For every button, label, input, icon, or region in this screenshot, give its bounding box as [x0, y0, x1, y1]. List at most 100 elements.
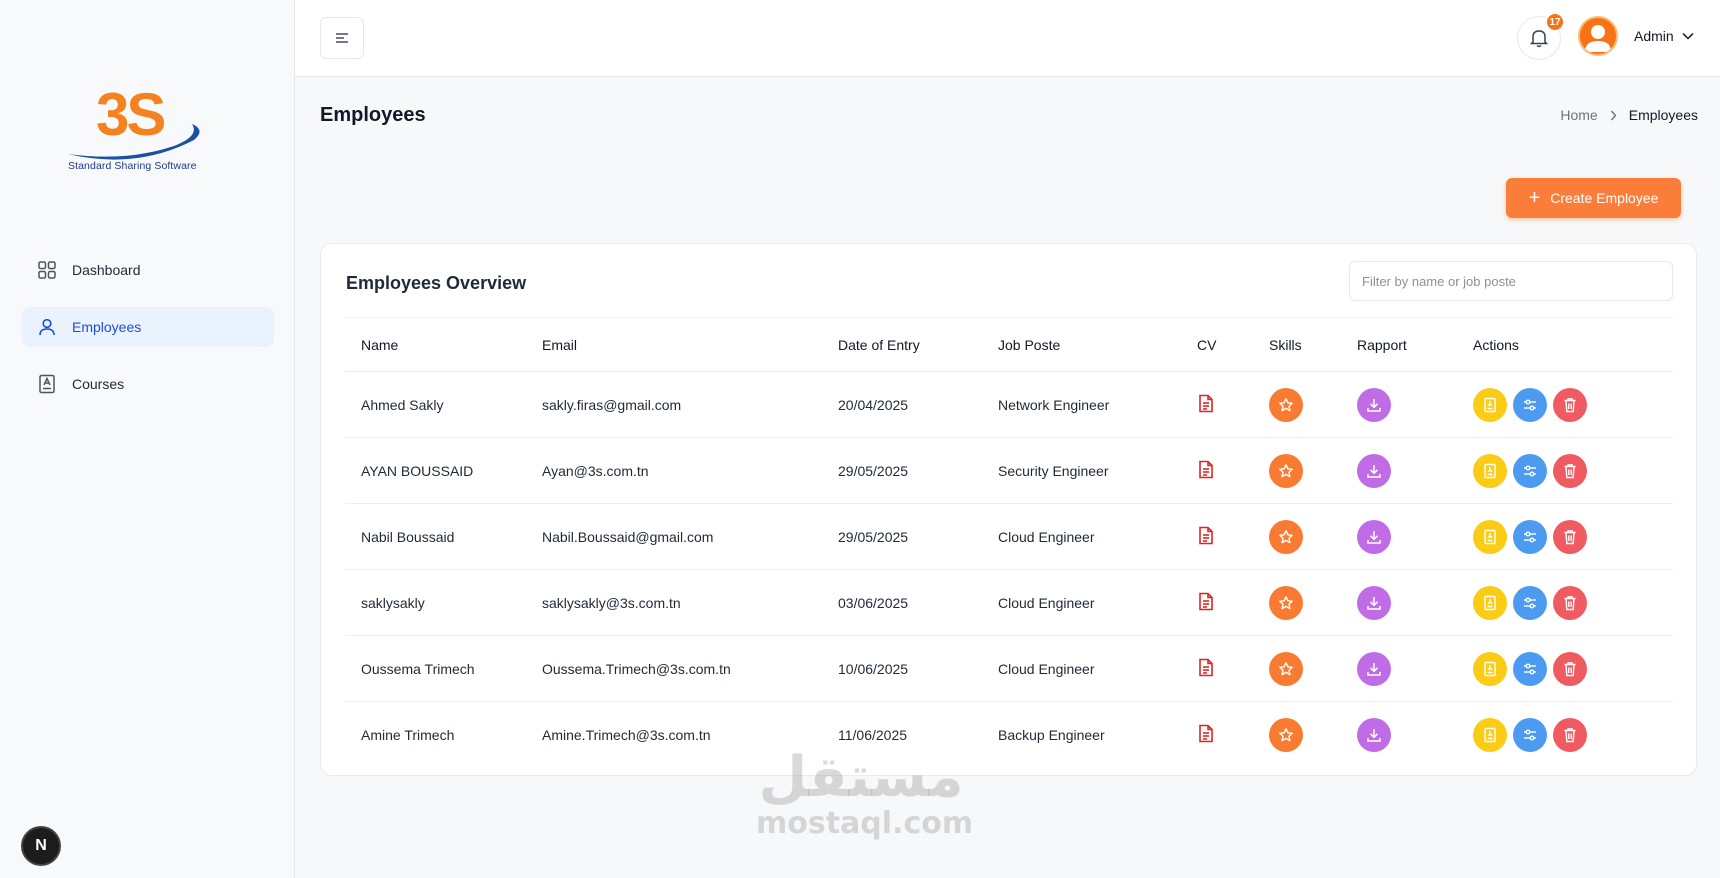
skills-cell [1269, 371, 1357, 438]
cv-file-icon[interactable] [1198, 724, 1214, 743]
employee-date: 29/05/2025 [838, 437, 998, 504]
document-icon [1483, 463, 1497, 479]
create-employee-button[interactable]: + Create Employee [1506, 178, 1681, 218]
assign-button[interactable] [1513, 453, 1547, 488]
employees-card: Employees Overview Name Email Date of En… [320, 243, 1697, 776]
edit-button[interactable] [1473, 387, 1507, 422]
employee-job: Security Engineer [998, 437, 1197, 504]
sidebar-item-label: Employees [72, 319, 142, 335]
cv-file-icon[interactable] [1198, 460, 1214, 479]
document-icon [1483, 397, 1497, 413]
trash-icon [1563, 397, 1577, 413]
delete-button[interactable] [1553, 651, 1587, 686]
download-icon [1366, 661, 1382, 677]
edit-button[interactable] [1473, 651, 1507, 686]
breadcrumb-home[interactable]: Home [1560, 107, 1597, 123]
skills-star-button[interactable] [1269, 519, 1303, 554]
sliders-icon [1522, 728, 1538, 742]
cv-cell [1197, 503, 1269, 570]
chevron-right-icon [1610, 110, 1617, 121]
skills-star-button[interactable] [1269, 651, 1303, 686]
rapport-download-button[interactable] [1357, 717, 1391, 752]
user-menu[interactable]: Admin [1634, 28, 1694, 44]
actions-cell [1473, 371, 1673, 438]
sidebar-item-employees[interactable]: Employees [22, 307, 274, 347]
employee-date: 10/06/2025 [838, 635, 998, 702]
delete-button[interactable] [1553, 387, 1587, 422]
star-icon [1278, 397, 1294, 413]
skills-cell [1269, 503, 1357, 570]
cv-file-icon[interactable] [1198, 526, 1214, 545]
employee-date: 29/05/2025 [838, 503, 998, 570]
employee-date: 03/06/2025 [838, 569, 998, 636]
employee-name: Nabil Boussaid [345, 503, 542, 570]
assign-button[interactable] [1513, 717, 1547, 752]
skills-star-button[interactable] [1269, 387, 1303, 422]
delete-button[interactable] [1553, 585, 1587, 620]
rapport-download-button[interactable] [1357, 519, 1391, 554]
card-title: Employees Overview [346, 273, 527, 293]
skills-cell [1269, 702, 1357, 768]
sidebar-item-courses[interactable]: Courses [22, 364, 274, 404]
employee-email: Nabil.Boussaid@gmail.com [542, 503, 838, 570]
download-icon [1366, 727, 1382, 743]
edit-button[interactable] [1473, 519, 1507, 554]
rapport-cell [1357, 437, 1473, 504]
delete-button[interactable] [1553, 453, 1587, 488]
sidebar-item-label: Courses [72, 376, 125, 392]
trash-icon [1563, 661, 1577, 677]
employee-name: Amine Trimech [361, 726, 455, 743]
trash-icon [1563, 727, 1577, 743]
rapport-download-button[interactable] [1357, 387, 1391, 422]
header-job: Job Poste [998, 317, 1197, 372]
cv-file-icon[interactable] [1198, 658, 1214, 677]
assign-button[interactable] [1513, 387, 1547, 422]
table-row: AYAN BOUSSAID Ayan@3s.com.tn 29/05/2025 Sec… [345, 437, 1673, 504]
assign-button[interactable] [1513, 651, 1547, 686]
document-icon [1483, 595, 1497, 611]
rapport-download-button[interactable] [1357, 585, 1391, 620]
employee-job: Cloud Engineer [998, 635, 1197, 702]
sliders-icon [1522, 596, 1538, 610]
avatar[interactable] [1578, 16, 1618, 56]
cv-file-icon[interactable] [1198, 592, 1214, 611]
bell-icon [1530, 30, 1548, 48]
user-name: Admin [1634, 28, 1674, 44]
employee-name: Ahmed Sakly [345, 371, 542, 438]
page-title: Employees [320, 104, 426, 126]
filter-input[interactable] [1349, 261, 1673, 301]
download-icon [1366, 463, 1382, 479]
menu-toggle-button[interactable] [320, 17, 364, 59]
table-row: Oussema Trimech Oussema.Trimech@3s.com.tn… [345, 635, 1673, 702]
assign-button[interactable] [1513, 519, 1547, 554]
skills-star-button[interactable] [1269, 717, 1303, 752]
employee-job: Network Engineer [998, 371, 1197, 438]
skills-star-button[interactable] [1269, 453, 1303, 488]
rapport-download-button[interactable] [1357, 651, 1391, 686]
user-avatar-icon [1585, 25, 1611, 52]
sidebar-item-dashboard[interactable]: Dashboard [22, 250, 274, 290]
edit-button[interactable] [1473, 585, 1507, 620]
delete-button[interactable] [1553, 717, 1587, 752]
delete-button[interactable] [1553, 519, 1587, 554]
nextjs-dev-badge[interactable]: N [21, 826, 61, 866]
sidebar-nav: Dashboard Employees Courses [22, 250, 274, 421]
sliders-icon [1522, 398, 1538, 412]
employee-name: AYAN BOUSSAID [345, 437, 542, 504]
header-rapport: Rapport [1357, 317, 1473, 372]
employee-name: saklysakly [345, 569, 542, 636]
table-row: Nabil Boussaid Nabil.Boussaid@gmail.com 29… [345, 503, 1673, 570]
actions-cell [1473, 635, 1673, 702]
table-row: Ahmed Sakly sakly.firas@gmail.com 20/04/20… [345, 371, 1673, 438]
header-skills: Skills [1269, 317, 1357, 372]
skills-star-button[interactable] [1269, 585, 1303, 620]
rapport-download-button[interactable] [1357, 453, 1391, 488]
cv-file-icon[interactable] [1198, 394, 1214, 413]
logo-tagline: Standard Sharing Software [68, 160, 197, 172]
edit-button[interactable] [1473, 717, 1507, 752]
edit-button[interactable] [1473, 453, 1507, 488]
sliders-icon [1522, 662, 1538, 676]
skills-cell [1269, 437, 1357, 504]
star-icon [1278, 529, 1294, 545]
assign-button[interactable] [1513, 585, 1547, 620]
